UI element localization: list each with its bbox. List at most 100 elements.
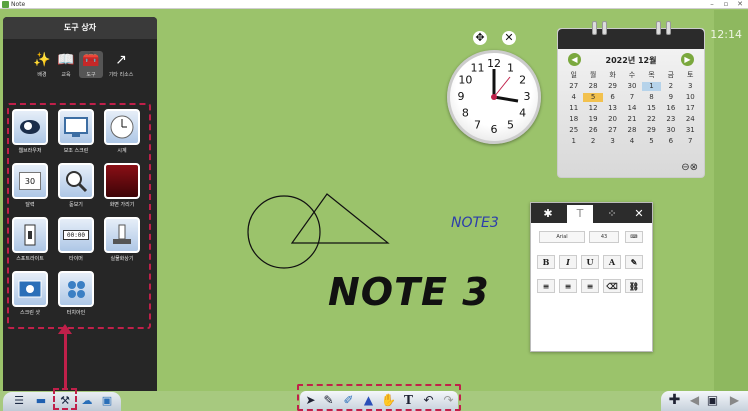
calendar-day[interactable]: 17: [681, 104, 700, 113]
calendar-day[interactable]: 31: [681, 126, 700, 135]
calendar-day[interactable]: 19: [583, 115, 602, 124]
font-size-select[interactable]: 43: [589, 231, 619, 243]
calendar-day[interactable]: 4: [622, 137, 641, 146]
italic-button[interactable]: I: [559, 255, 577, 269]
tool-clock[interactable]: 시계: [103, 109, 141, 154]
tool-document-camera[interactable]: 실물화상기: [103, 217, 141, 262]
calendar-day[interactable]: 8: [642, 93, 661, 102]
shape-icon[interactable]: ▲: [360, 392, 377, 409]
category-other-resources[interactable]: ↗ 기타 리소스: [104, 51, 138, 78]
analog-clock-widget[interactable]: 11 10 9 8 7 6 5 4 3 2 1 12: [447, 50, 541, 144]
category-tools[interactable]: 🧰 도구: [79, 51, 103, 78]
calendar-day[interactable]: 25: [564, 126, 583, 135]
close-button[interactable]: ✕: [734, 0, 746, 9]
calendar-controls[interactable]: ⊖⊗: [681, 162, 698, 173]
text-format-panel[interactable]: ✱ T ⁘ ✕ Arial 43 ⌨ B I U A ✎ ≡ ≡ ≡ ⌫ ⛓: [530, 202, 653, 352]
tool-timer[interactable]: 00:00 타이머: [57, 217, 95, 262]
calendar-day[interactable]: 11: [564, 104, 583, 113]
minimize-button[interactable]: –: [706, 0, 718, 9]
image-icon[interactable]: ▣: [98, 393, 116, 409]
calendar-day[interactable]: 4: [564, 93, 583, 102]
highlighter-icon[interactable]: ✐: [340, 392, 357, 409]
calendar-day[interactable]: 5: [642, 137, 661, 146]
calendar-day[interactable]: 5: [583, 93, 603, 102]
calendar-day[interactable]: 30: [661, 126, 680, 135]
calendar-day[interactable]: 12: [583, 104, 602, 113]
calendar-day[interactable]: 16: [661, 104, 680, 113]
underline-button[interactable]: U: [581, 255, 599, 269]
calendar-day[interactable]: 13: [603, 104, 622, 113]
calendar-day[interactable]: 27: [564, 82, 583, 91]
cloud-icon[interactable]: ☁: [78, 393, 96, 409]
calendar-day[interactable]: 6: [661, 137, 680, 146]
tool-spotlight[interactable]: 스포트라이트: [11, 217, 49, 262]
tab-text[interactable]: T: [567, 205, 593, 223]
calendar-widget[interactable]: ◀ 2022년 12월 ▶ 일 월 화 수 목 금 토 27 28 29 30 1 2 3 4 5 6 7 8 9 10…: [557, 21, 705, 178]
tool-magnifier[interactable]: 돋보기: [57, 163, 95, 208]
tool-web-browser[interactable]: 웹브라우저: [11, 109, 49, 154]
calendar-day[interactable]: 9: [661, 93, 680, 102]
calendar-day[interactable]: 27: [603, 126, 622, 135]
redo-icon[interactable]: ↷: [440, 392, 457, 409]
tab-color[interactable]: ⁘: [599, 205, 625, 223]
calendar-day[interactable]: 10: [681, 93, 700, 102]
calendar-day[interactable]: 15: [642, 104, 661, 113]
calendar-day[interactable]: 1: [564, 137, 583, 146]
calendar-day[interactable]: 6: [603, 93, 622, 102]
calendar-day[interactable]: 3: [681, 82, 700, 91]
calendar-day[interactable]: 2: [583, 137, 602, 146]
calendar-day[interactable]: 21: [622, 115, 641, 124]
calendar-day[interactable]: 14: [622, 104, 641, 113]
calendar-day[interactable]: 3: [603, 137, 622, 146]
drawn-shapes[interactable]: [240, 185, 400, 280]
select-cursor-icon[interactable]: ➤: [302, 392, 319, 409]
text-tool-icon[interactable]: T: [400, 392, 417, 409]
canvas-text-handwritten[interactable]: NOTE 3: [328, 270, 490, 314]
calendar-day[interactable]: 23: [661, 115, 680, 124]
keyboard-icon[interactable]: ⌨: [625, 231, 643, 243]
align-center-icon[interactable]: ≡: [559, 279, 577, 293]
calendar-day[interactable]: 29: [642, 126, 661, 135]
move-icon[interactable]: ✥: [473, 31, 487, 45]
align-right-icon[interactable]: ≡: [581, 279, 599, 293]
bold-button[interactable]: B: [537, 255, 555, 269]
close-clock-icon[interactable]: ✕: [502, 31, 516, 45]
calendar-day[interactable]: 18: [564, 115, 583, 124]
tab-effects[interactable]: ✱: [535, 205, 561, 223]
undo-icon[interactable]: ↶: [420, 392, 437, 409]
calendar-day[interactable]: 2: [661, 82, 680, 91]
calendar-day[interactable]: 26: [583, 126, 602, 135]
pen-icon[interactable]: ✎: [320, 392, 337, 409]
calendar-day[interactable]: 7: [622, 93, 641, 102]
highlight-button[interactable]: ✎: [625, 255, 643, 269]
calendar-day[interactable]: 29: [603, 82, 622, 91]
menu-icon[interactable]: ☰: [10, 393, 28, 409]
eraser-icon[interactable]: ⌫: [603, 279, 621, 293]
calendar-day[interactable]: 1: [641, 82, 662, 91]
close-panel-icon[interactable]: ✕: [629, 205, 649, 223]
calendar-day[interactable]: 22: [642, 115, 661, 124]
tool-calendar[interactable]: 30 달력: [11, 163, 49, 208]
page-indicator-icon[interactable]: ▣: [704, 392, 721, 409]
category-background[interactable]: ✨ 배경: [30, 51, 54, 78]
calendar-day[interactable]: 30: [622, 82, 641, 91]
tool-screenshot[interactable]: 스크린 샷: [11, 271, 49, 316]
add-page-icon[interactable]: ✚: [666, 392, 683, 409]
tool-touch[interactable]: 터치아인: [57, 271, 95, 316]
link-icon[interactable]: ⛓: [625, 279, 643, 293]
calendar-day[interactable]: 28: [583, 82, 602, 91]
font-select[interactable]: Arial: [539, 231, 585, 243]
calendar-day[interactable]: 28: [622, 126, 641, 135]
calendar-day[interactable]: 20: [603, 115, 622, 124]
calendar-day[interactable]: 7: [681, 137, 700, 146]
prev-page-icon[interactable]: ◀: [686, 392, 703, 409]
hand-icon[interactable]: ✋: [380, 392, 397, 409]
tool-screen-curtain[interactable]: 화면 가리기: [103, 163, 141, 208]
canvas-text-small[interactable]: NOTE3: [451, 215, 499, 231]
screen-mode-icon[interactable]: ▬: [32, 393, 50, 409]
next-month-button[interactable]: ▶: [681, 53, 694, 66]
calendar-day[interactable]: 24: [681, 115, 700, 124]
tool-sub-screen[interactable]: 보조 스크린: [57, 109, 95, 154]
category-education[interactable]: 📖 교육: [54, 51, 78, 78]
align-left-icon[interactable]: ≡: [537, 279, 555, 293]
